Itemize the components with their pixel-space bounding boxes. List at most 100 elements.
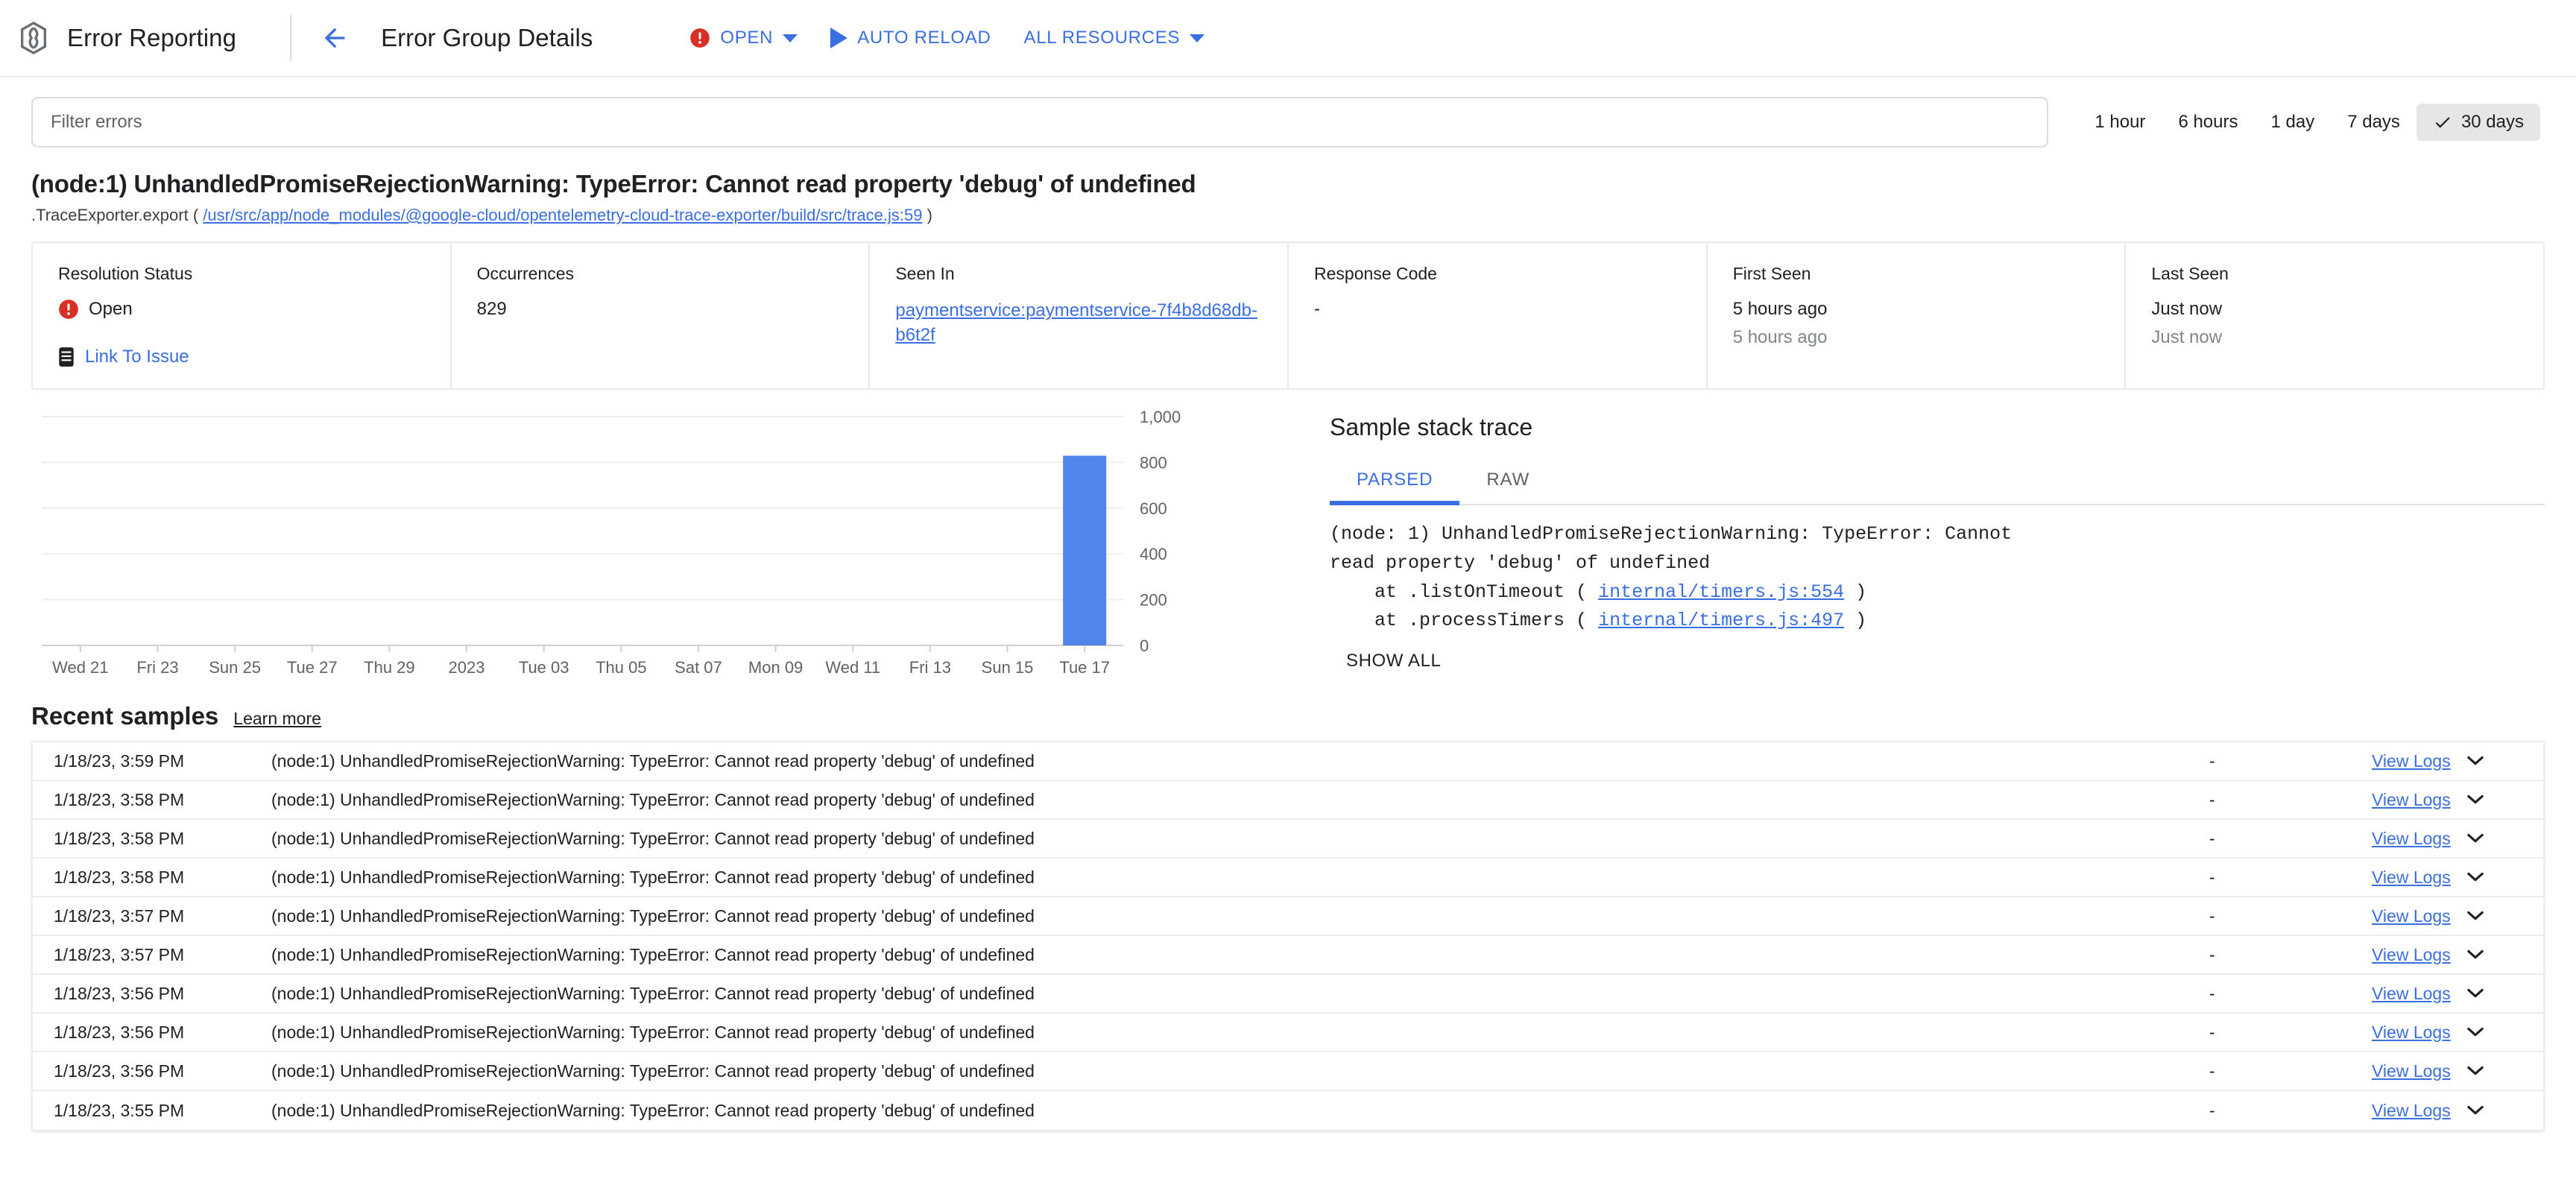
view-logs-link[interactable]: View Logs — [2372, 1061, 2451, 1081]
view-logs-link[interactable]: View Logs — [2372, 829, 2451, 849]
chart-and-trace-section: 0 200 400 600 800 1,000 Wed 21 Fri 23 Sun 25 Tue … — [0, 390, 2576, 683]
view-logs-link[interactable]: View Logs — [2372, 1101, 2451, 1121]
view-logs-link[interactable]: View Logs — [2372, 1023, 2451, 1043]
metadata-label: Response Code — [1314, 264, 1437, 283]
time-range-6-hours[interactable]: 6 hours — [2162, 104, 2254, 141]
sample-message: (node:1) UnhandledPromiseRejectionWarnin… — [271, 789, 1035, 809]
x-axis-tick-label: Fri 13 — [909, 658, 951, 677]
tab-raw[interactable]: RAW — [1459, 458, 1556, 504]
chevron-down-icon[interactable] — [2466, 1105, 2484, 1116]
link-to-issue-button[interactable]: Link To Issue — [58, 347, 425, 367]
table-row[interactable]: 1/18/23, 3:58 PM (node:1) UnhandledPromis… — [33, 859, 2543, 897]
time-range-label: 7 days — [2347, 112, 2400, 132]
view-logs-link[interactable]: View Logs — [2372, 867, 2451, 888]
sample-message: (node:1) UnhandledPromiseRejectionWarnin… — [271, 1100, 1035, 1120]
sample-actions: View Logs — [2372, 906, 2543, 926]
sample-actions: View Logs — [2372, 867, 2543, 888]
filter-input[interactable] — [31, 97, 2049, 148]
x-axis-tick-label: Tue 17 — [1059, 658, 1110, 677]
stack-frame-suffix: ) — [1844, 581, 1867, 603]
table-row[interactable]: 1/18/23, 3:56 PM (node:1) UnhandledPromis… — [33, 1052, 2543, 1091]
table-row[interactable]: 1/18/23, 3:57 PM (node:1) UnhandledPromis… — [33, 897, 2543, 936]
metadata-last-seen: Last Seen Just now Just now — [2126, 243, 2543, 388]
table-row[interactable]: 1/18/23, 3:55 PM (node:1) UnhandledPromis… — [33, 1091, 2543, 1130]
error-status-icon — [59, 300, 78, 319]
time-range-30-days[interactable]: 30 days — [2416, 104, 2540, 141]
table-row[interactable]: 1/18/23, 3:58 PM (node:1) UnhandledPromis… — [33, 781, 2543, 820]
error-source-link[interactable]: /usr/src/app/node_modules/@google-cloud/… — [203, 206, 922, 224]
time-range-selector: 1 hour 6 hours 1 day 7 days 30 days — [2078, 104, 2540, 141]
chevron-down-icon[interactable] — [2466, 911, 2484, 921]
view-logs-link[interactable]: View Logs — [2372, 906, 2451, 926]
x-axis-tick-label: Thu 29 — [364, 658, 415, 677]
table-row[interactable]: 1/18/23, 3:56 PM (node:1) UnhandledPromis… — [33, 975, 2543, 1014]
status-filter-button[interactable]: OPEN — [673, 20, 814, 56]
auto-reload-label: AUTO RELOAD — [857, 28, 991, 48]
metadata-first-seen: First Seen 5 hours ago 5 hours ago — [1708, 243, 2127, 388]
view-logs-link[interactable]: View Logs — [2372, 751, 2451, 771]
error-subtitle: .TraceExporter.export ( /usr/src/app/nod… — [31, 206, 2545, 225]
error-reporting-logo — [20, 21, 47, 55]
view-logs-link[interactable]: View Logs — [2372, 790, 2451, 810]
stack-frame-link[interactable]: internal/timers.js:554 — [1598, 581, 1844, 603]
chevron-down-icon[interactable] — [2466, 872, 2484, 882]
chevron-down-icon[interactable] — [2466, 949, 2484, 960]
chevron-down-icon[interactable] — [2466, 794, 2484, 805]
auto-reload-button[interactable]: AUTO RELOAD — [814, 20, 1007, 56]
metadata-label: Seen In — [895, 264, 955, 283]
stack-trace-heading: Sample stack trace — [1330, 414, 1533, 440]
sample-response-code: - — [2209, 1100, 2215, 1120]
chevron-down-icon[interactable] — [2466, 988, 2484, 999]
table-row[interactable]: 1/18/23, 3:56 PM (node:1) UnhandledPromis… — [33, 1014, 2543, 1052]
time-range-1-day[interactable]: 1 day — [2255, 104, 2332, 141]
seen-in-link[interactable]: paymentservice:paymentservice-7f4b8d68db… — [895, 299, 1262, 347]
metadata-label: Resolution Status — [58, 264, 193, 283]
sample-timestamp: 1/18/23, 3:56 PM — [54, 1022, 185, 1042]
error-heading: (node:1) UnhandledPromiseRejectionWarnin… — [0, 148, 2576, 225]
sample-timestamp: 1/18/23, 3:57 PM — [54, 906, 185, 926]
table-row[interactable]: 1/18/23, 3:57 PM (node:1) UnhandledPromis… — [33, 936, 2543, 975]
stack-frame-suffix: ) — [1844, 610, 1867, 632]
app-bar: Error Reporting Error Group Details OPEN… — [0, 0, 2576, 78]
all-resources-button[interactable]: ALL RESOURCES — [1008, 20, 1222, 56]
status-filter-label: OPEN — [720, 28, 774, 48]
sample-actions: View Logs — [2372, 751, 2543, 771]
check-icon — [2435, 117, 2450, 128]
time-range-7-days[interactable]: 7 days — [2331, 104, 2416, 141]
metadata-card: Resolution Status Open Link To Issue Occ… — [31, 241, 2545, 390]
first-seen-sub: 5 hours ago — [1732, 327, 1828, 347]
show-all-button[interactable]: SHOW ALL — [1346, 651, 1442, 671]
view-logs-link[interactable]: View Logs — [2372, 984, 2451, 1004]
last-seen-sub: Just now — [2151, 327, 2223, 347]
occurrences-chart-svg[interactable]: 0 200 400 600 800 1,000 Wed 21 Fri 23 Sun 25 Tue … — [31, 403, 1269, 683]
chevron-down-icon[interactable] — [2466, 833, 2484, 844]
close-paren: ) — [926, 206, 932, 224]
time-range-1-hour[interactable]: 1 hour — [2078, 104, 2162, 141]
x-axis-tick-label: Fri 23 — [136, 658, 178, 677]
view-logs-link[interactable]: View Logs — [2372, 945, 2451, 965]
table-row[interactable]: 1/18/23, 3:59 PM (node:1) UnhandledPromis… — [33, 742, 2543, 781]
chevron-down-icon[interactable] — [2466, 756, 2484, 766]
chevron-down-icon[interactable] — [2466, 1027, 2484, 1037]
chevron-down-icon[interactable] — [2466, 1066, 2484, 1076]
sample-actions: View Logs — [2372, 1023, 2543, 1043]
back-arrow-icon[interactable] — [320, 23, 350, 53]
sample-timestamp: 1/18/23, 3:58 PM — [54, 867, 185, 887]
chart-bar[interactable] — [1063, 455, 1107, 645]
stack-frame-link[interactable]: internal/timers.js:497 — [1598, 610, 1844, 631]
sample-message: (node:1) UnhandledPromiseRejectionWarnin… — [271, 828, 1035, 848]
sample-response-code: - — [2209, 750, 2215, 771]
stack-trace-tabs: PARSED RAW — [1330, 458, 2545, 505]
sample-response-code: - — [2209, 867, 2215, 887]
x-axis-tick-label: 2023 — [449, 658, 485, 677]
metadata-occurrences: Occurrences 829 — [452, 243, 871, 388]
time-range-label: 1 hour — [2094, 112, 2146, 132]
table-row[interactable]: 1/18/23, 3:58 PM (node:1) UnhandledPromis… — [33, 820, 2543, 859]
tab-parsed-label: PARSED — [1357, 470, 1433, 490]
sample-message: (node:1) UnhandledPromiseRejectionWarnin… — [271, 1022, 1035, 1042]
x-axis-tick-label: Sun 25 — [209, 658, 261, 677]
tab-parsed[interactable]: PARSED — [1330, 458, 1460, 505]
y-axis-tick-label: 800 — [1140, 453, 1167, 472]
learn-more-link[interactable]: Learn more — [233, 709, 321, 729]
response-code-value: - — [1314, 299, 1321, 319]
